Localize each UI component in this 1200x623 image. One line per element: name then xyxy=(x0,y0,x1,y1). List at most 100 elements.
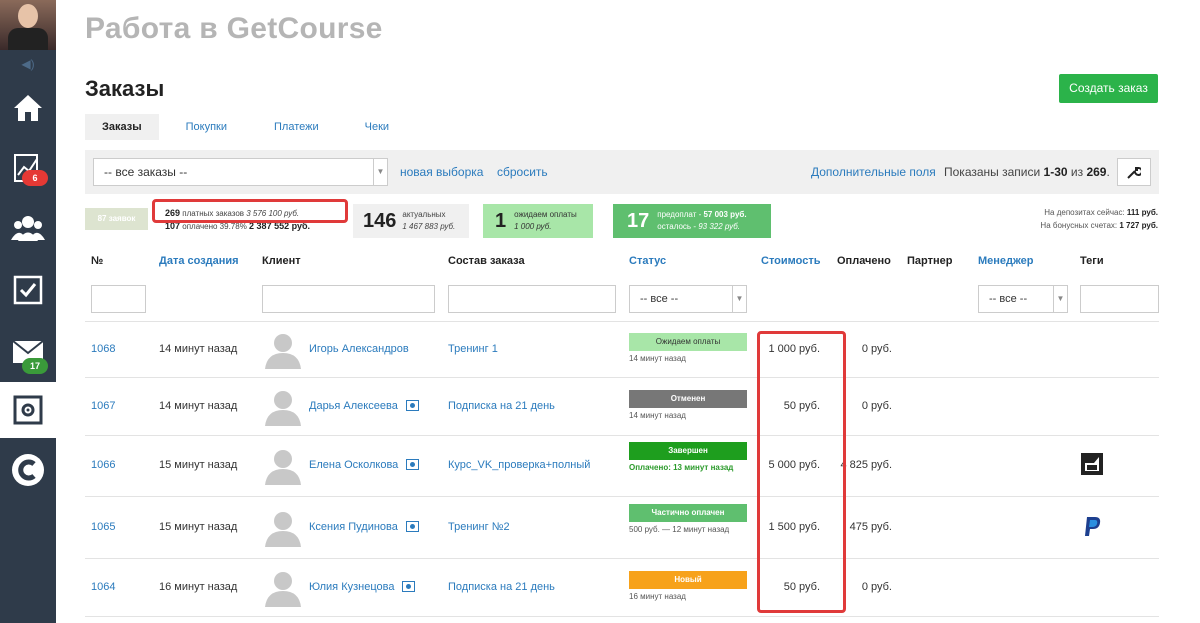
tab-receipts[interactable]: Чеки xyxy=(339,114,415,140)
extra-fields-link[interactable]: Дополнительные поля xyxy=(811,165,936,179)
tab-purchases[interactable]: Покупки xyxy=(159,114,254,140)
order-paid: 0 руб. xyxy=(861,400,892,412)
status-badge: Отменен xyxy=(629,390,747,408)
mail-badge: 17 xyxy=(22,358,48,374)
order-id-link[interactable]: 1065 xyxy=(91,521,115,533)
chevron-down-icon: ▼ xyxy=(373,159,387,185)
order-id-link[interactable]: 1067 xyxy=(91,400,115,412)
status-note: 14 минут назад xyxy=(629,411,686,420)
order-content-link[interactable]: Подписка на 21 день xyxy=(448,400,555,412)
order-paid: 475 руб. xyxy=(849,521,892,533)
status-note: Оплачено: 13 минут назад xyxy=(629,463,734,472)
records-count: Показаны записи 1-30 из 269. xyxy=(944,165,1110,179)
col-order-content: Состав заказа xyxy=(448,255,525,267)
tab-payments[interactable]: Платежи xyxy=(254,114,339,140)
row-divider xyxy=(85,435,1159,436)
user-avatar[interactable] xyxy=(0,0,56,50)
client-link[interactable]: Юлия Кузнецова xyxy=(309,581,394,593)
order-content-link[interactable]: Тренинг №2 xyxy=(448,521,510,533)
row-divider xyxy=(85,377,1159,378)
orders-selection-select[interactable]: -- все заказы -- ▼ xyxy=(93,158,388,186)
users-icon[interactable] xyxy=(0,200,56,256)
user-avatar-icon xyxy=(265,334,301,369)
order-content-link[interactable]: Подписка на 21 день xyxy=(448,581,555,593)
money-icon xyxy=(406,459,419,470)
document-tag-icon xyxy=(1081,453,1103,475)
status-badge: Частично оплачен xyxy=(629,504,747,522)
prepayment-stat[interactable]: 17 предоплат - 57 003 руб. осталось - 93 … xyxy=(613,204,771,238)
deposits-info: На депозитах сейчас: 111 руб. На бонусны… xyxy=(1040,208,1158,230)
tags-filter-input[interactable] xyxy=(1080,285,1159,313)
settings-button[interactable] xyxy=(1117,158,1151,186)
filter-bar: -- все заказы -- ▼ новая выборка сбросит… xyxy=(85,150,1159,194)
client-link[interactable]: Ксения Пудинова xyxy=(309,521,398,533)
order-date: 15 минут назад xyxy=(159,459,238,471)
sidebar: ◀) 6 17 xyxy=(0,0,56,623)
col-tags: Теги xyxy=(1080,255,1104,267)
row-divider xyxy=(85,321,1159,322)
status-note: 14 минут назад xyxy=(629,354,686,363)
order-content-link[interactable]: Курс_VK_проверка+полный xyxy=(448,459,590,471)
user-avatar-icon xyxy=(265,450,301,485)
cost-highlight-box xyxy=(757,331,846,613)
client-link[interactable]: Игорь Александров xyxy=(309,343,409,355)
status-note: 500 руб. — 12 минут назад xyxy=(629,525,730,534)
statistics-icon[interactable]: 6 xyxy=(0,140,56,196)
col-status[interactable]: Статус xyxy=(629,255,666,267)
reset-link[interactable]: сбросить xyxy=(497,165,548,179)
getcourse-logo-icon[interactable] xyxy=(0,442,56,498)
wrench-icon xyxy=(1127,167,1141,179)
row-divider xyxy=(85,616,1159,617)
page-title: Работа в GetCourse xyxy=(85,12,383,45)
create-order-button[interactable]: Создать заказ xyxy=(1059,74,1158,103)
manager-filter-select[interactable]: -- все -- ▼ xyxy=(978,285,1068,313)
user-avatar-icon xyxy=(265,391,301,426)
home-icon[interactable] xyxy=(0,80,56,136)
status-badge: Новый xyxy=(629,571,747,589)
order-paid: 0 руб. xyxy=(861,581,892,593)
order-paid: 0 руб. xyxy=(861,343,892,355)
col-manager[interactable]: Менеджер xyxy=(978,255,1034,267)
status-badge: Ожидаем оплаты xyxy=(629,333,747,351)
mail-icon[interactable]: 17 xyxy=(0,324,56,380)
client-filter-input[interactable] xyxy=(262,285,435,313)
col-client: Клиент xyxy=(262,255,301,267)
order-id-link[interactable]: 1068 xyxy=(91,343,115,355)
col-created[interactable]: Дата создания xyxy=(159,255,239,267)
order-content-link[interactable]: Тренинг 1 xyxy=(448,343,498,355)
client-link[interactable]: Елена Осколкова xyxy=(309,459,398,471)
waiting-payment-stat[interactable]: 1 ожидаем оплаты 1 000 руб. xyxy=(483,204,593,238)
row-divider xyxy=(85,496,1159,497)
highlight-box xyxy=(152,199,348,223)
order-id-link[interactable]: 1064 xyxy=(91,581,115,593)
order-date: 16 минут назад xyxy=(159,581,238,593)
order-date: 14 минут назад xyxy=(159,343,238,355)
tab-orders[interactable]: Заказы xyxy=(85,114,159,140)
user-avatar-icon xyxy=(265,572,301,607)
sound-icon[interactable]: ◀) xyxy=(0,52,56,76)
number-filter-input[interactable] xyxy=(91,285,146,313)
actual-orders-stat[interactable]: 146 актуальных 1 467 883 руб. xyxy=(353,204,469,238)
tasks-icon[interactable] xyxy=(0,262,56,318)
order-filter-input[interactable] xyxy=(448,285,616,313)
order-paid: 4 825 руб. xyxy=(840,459,892,471)
user-avatar-icon xyxy=(265,512,301,547)
row-divider xyxy=(85,558,1159,559)
tasks-badge: 6 xyxy=(22,170,48,186)
col-paid: Оплачено xyxy=(837,255,891,267)
requests-stat[interactable]: 87 заявок xyxy=(85,208,148,230)
chevron-down-icon: ▼ xyxy=(1053,286,1067,312)
tabs: Заказы Покупки Платежи Чеки xyxy=(85,114,415,140)
col-cost[interactable]: Стоимость xyxy=(761,255,821,267)
new-selection-link[interactable]: новая выборка xyxy=(400,165,483,179)
client-link[interactable]: Дарья Алексеева xyxy=(309,400,398,412)
order-date: 14 минут назад xyxy=(159,400,238,412)
sales-icon[interactable] xyxy=(0,382,56,438)
section-title: Заказы xyxy=(85,76,165,101)
order-date: 15 минут назад xyxy=(159,521,238,533)
chevron-down-icon: ▼ xyxy=(732,286,746,312)
status-badge: Завершен xyxy=(629,442,747,460)
money-icon xyxy=(402,581,415,592)
order-id-link[interactable]: 1066 xyxy=(91,459,115,471)
status-filter-select[interactable]: -- все -- ▼ xyxy=(629,285,747,313)
